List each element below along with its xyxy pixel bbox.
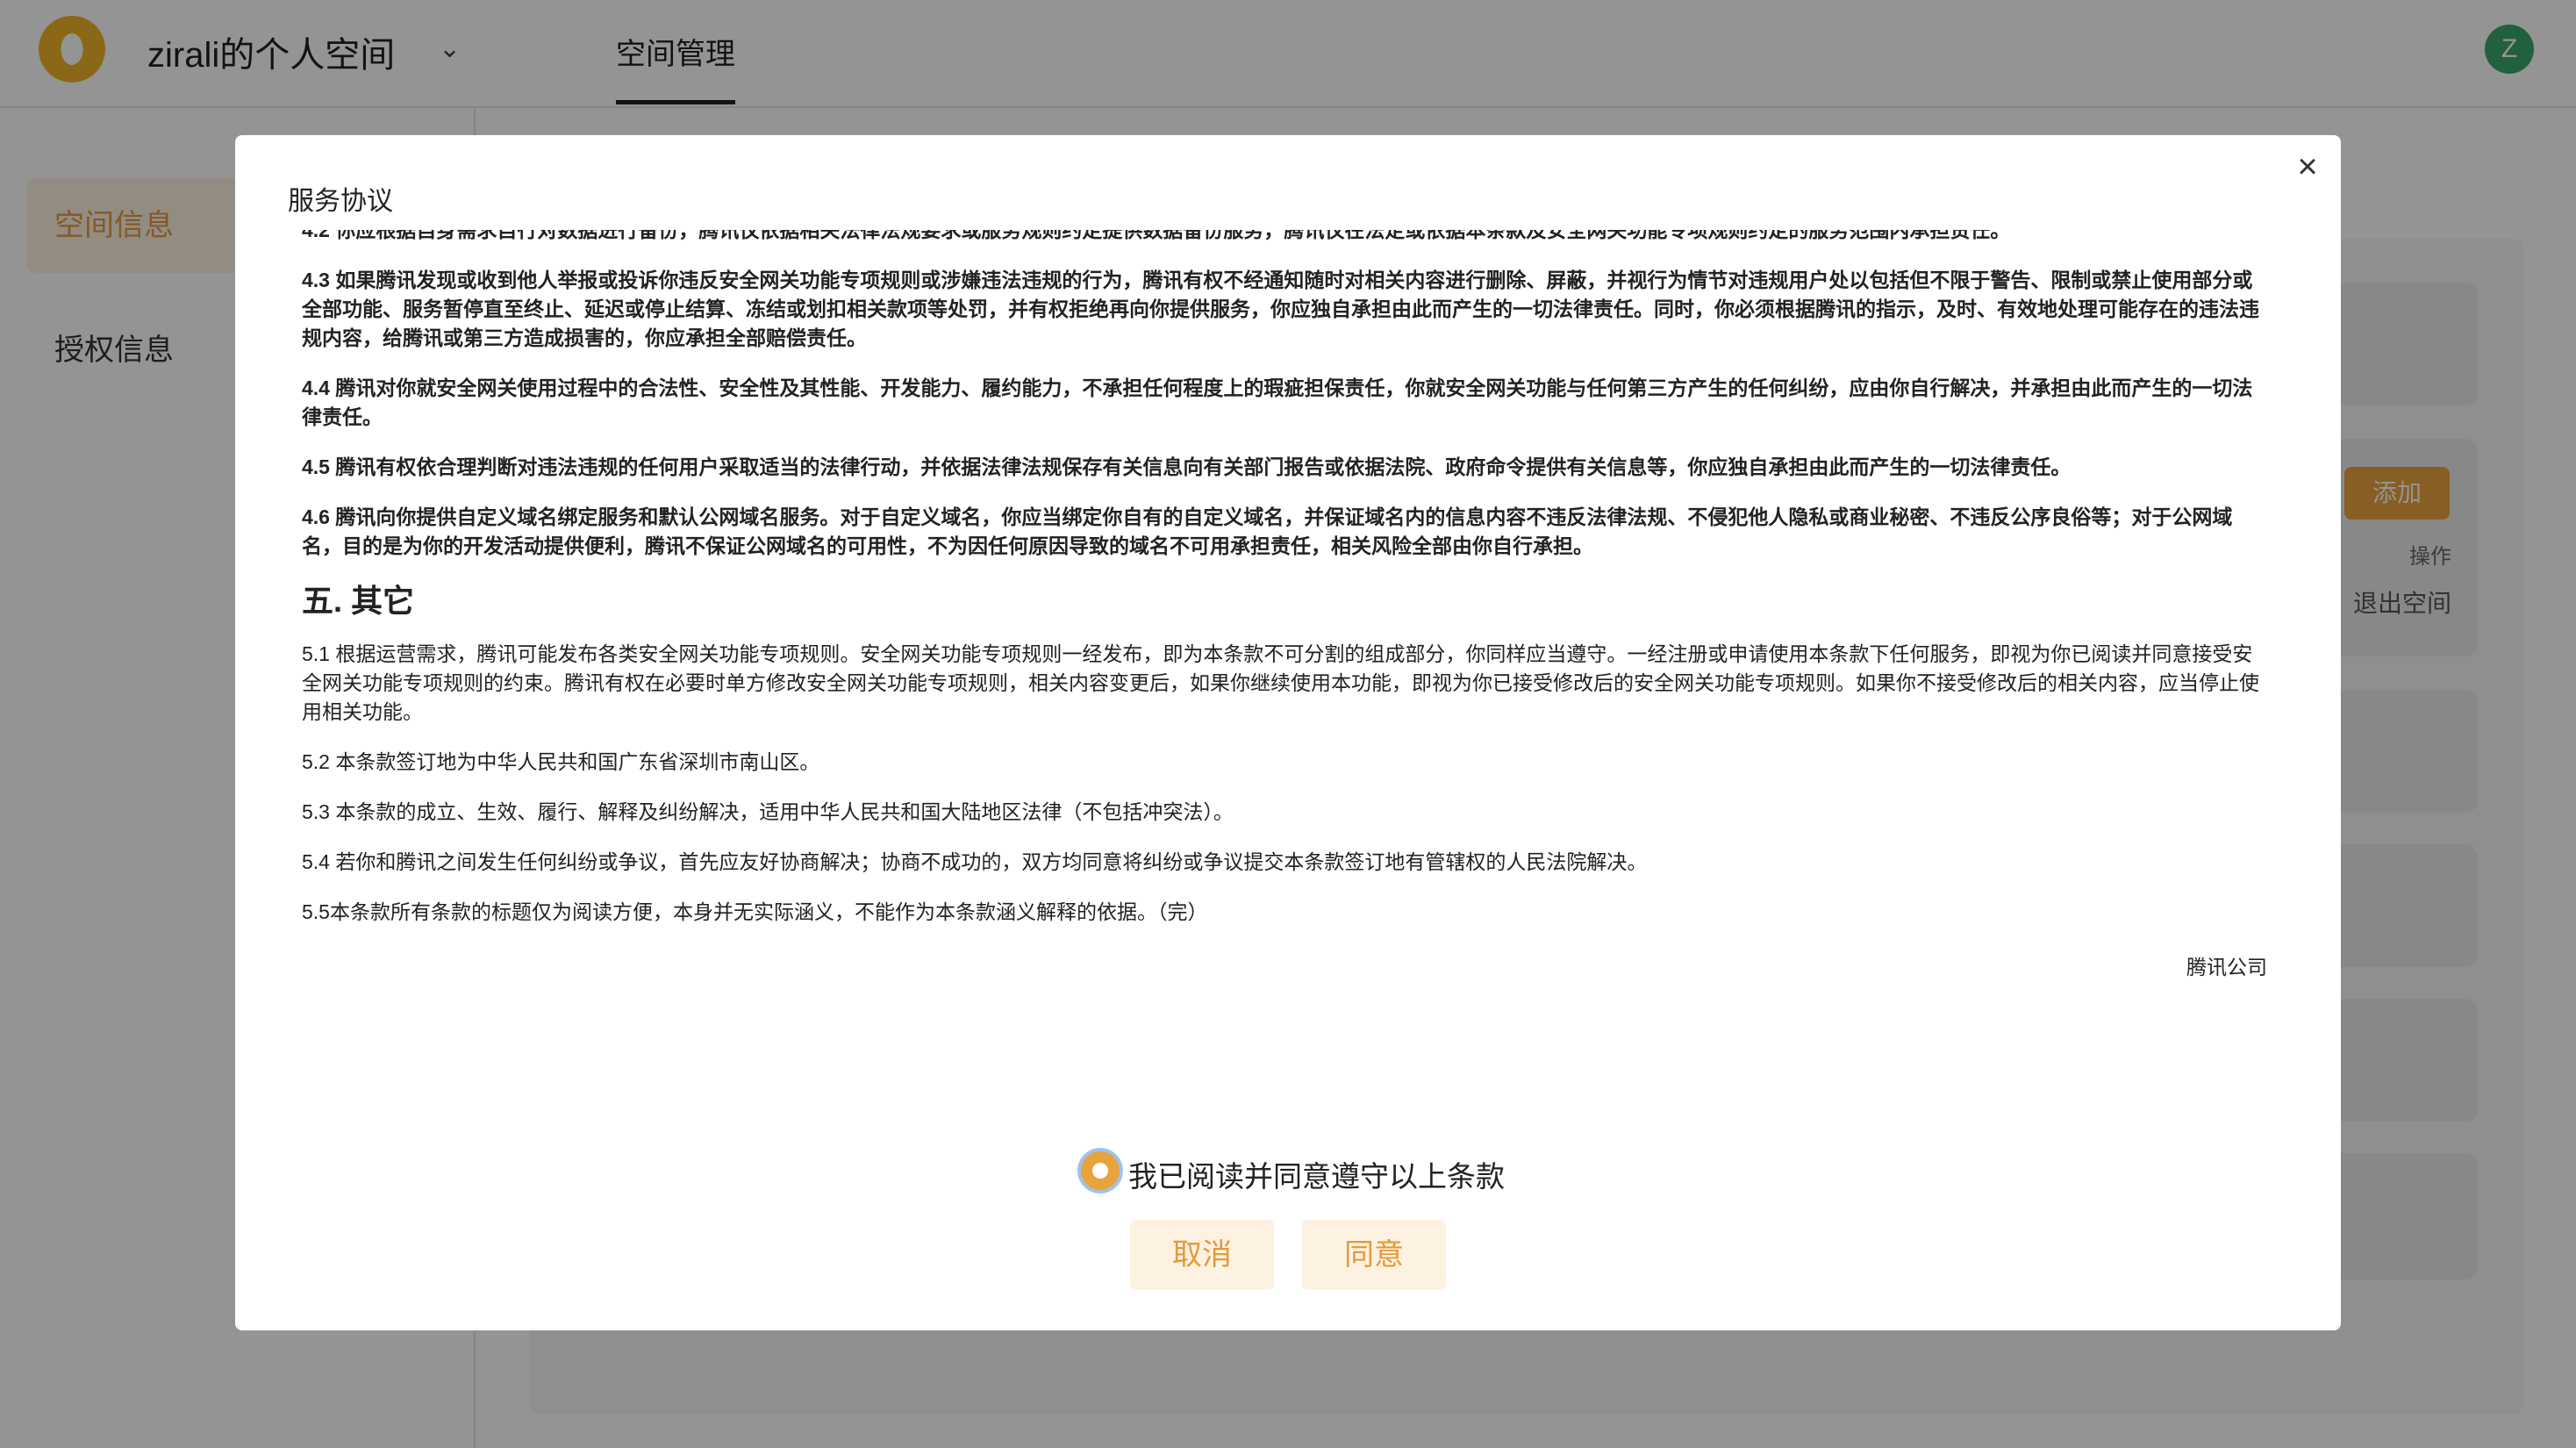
service-agreement-dialog: 服务协议 × 4.2 你应根据自身需求自行对数据进行备份，腾讯仅依据相关法律法规… — [235, 135, 2341, 1330]
signature: 腾讯公司 — [2186, 956, 2267, 978]
agree-radio[interactable] — [1081, 1151, 1120, 1190]
agree-button[interactable]: 同意 — [1302, 1220, 1446, 1290]
agree-label[interactable]: 我已阅读并同意遵守以上条款 — [1128, 1153, 1505, 1195]
terms-scroll-area[interactable]: 4.2 你应根据自身需求自行对数据进行备份，腾讯仅依据相关法律法规要求或服务规则… — [302, 230, 2267, 1108]
terms-clause: 4.5 腾讯有权依合理判断对违法违规的任何用户采取适当的法律行动，并依据法律法规… — [302, 455, 2072, 478]
cancel-button[interactable]: 取消 — [1130, 1220, 1274, 1290]
section-title: 五. 其它 — [302, 583, 415, 619]
terms-clause: 4.6 腾讯向你提供自定义域名绑定服务和默认公网域名服务。对于自定义域名，你应当… — [302, 505, 2233, 557]
terms-clause: 4.3 如果腾讯发现或收到他人举报或投诉你违反安全网关功能专项规则或涉嫌违法违规… — [302, 269, 2259, 349]
terms-clause: 5.1 根据运营需求，腾讯可能发布各类安全网关功能专项规则。安全网关功能专项规则… — [302, 642, 2259, 723]
terms-clause: 4.2 你应根据自身需求自行对数据进行备份，腾讯仅依据相关法律法规要求或服务规则… — [302, 230, 2011, 241]
terms-clause: 5.2 本条款签订地为中华人民共和国广东省深圳市南山区。 — [302, 750, 820, 773]
close-icon[interactable]: × — [2290, 149, 2325, 184]
terms-clause: 5.3 本条款的成立、生效、履行、解释及纠纷解决，适用中华人民共和国大陆地区法律… — [302, 800, 1234, 823]
terms-clause: 4.4 腾讯对你就安全网关使用过程中的合法性、安全性及其性能、开发能力、履约能力… — [302, 376, 2253, 428]
terms-clause: 5.5本条款所有条款的标题仅为阅读方便，本身并无实际涵义，不能作为本条款涵义解释… — [302, 900, 1208, 923]
dialog-title: 服务协议 — [288, 187, 393, 216]
terms-clause: 5.4 若你和腾讯之间发生任何纠纷或争议，首先应友好协商解决；协商不成功的，双方… — [302, 850, 1648, 873]
